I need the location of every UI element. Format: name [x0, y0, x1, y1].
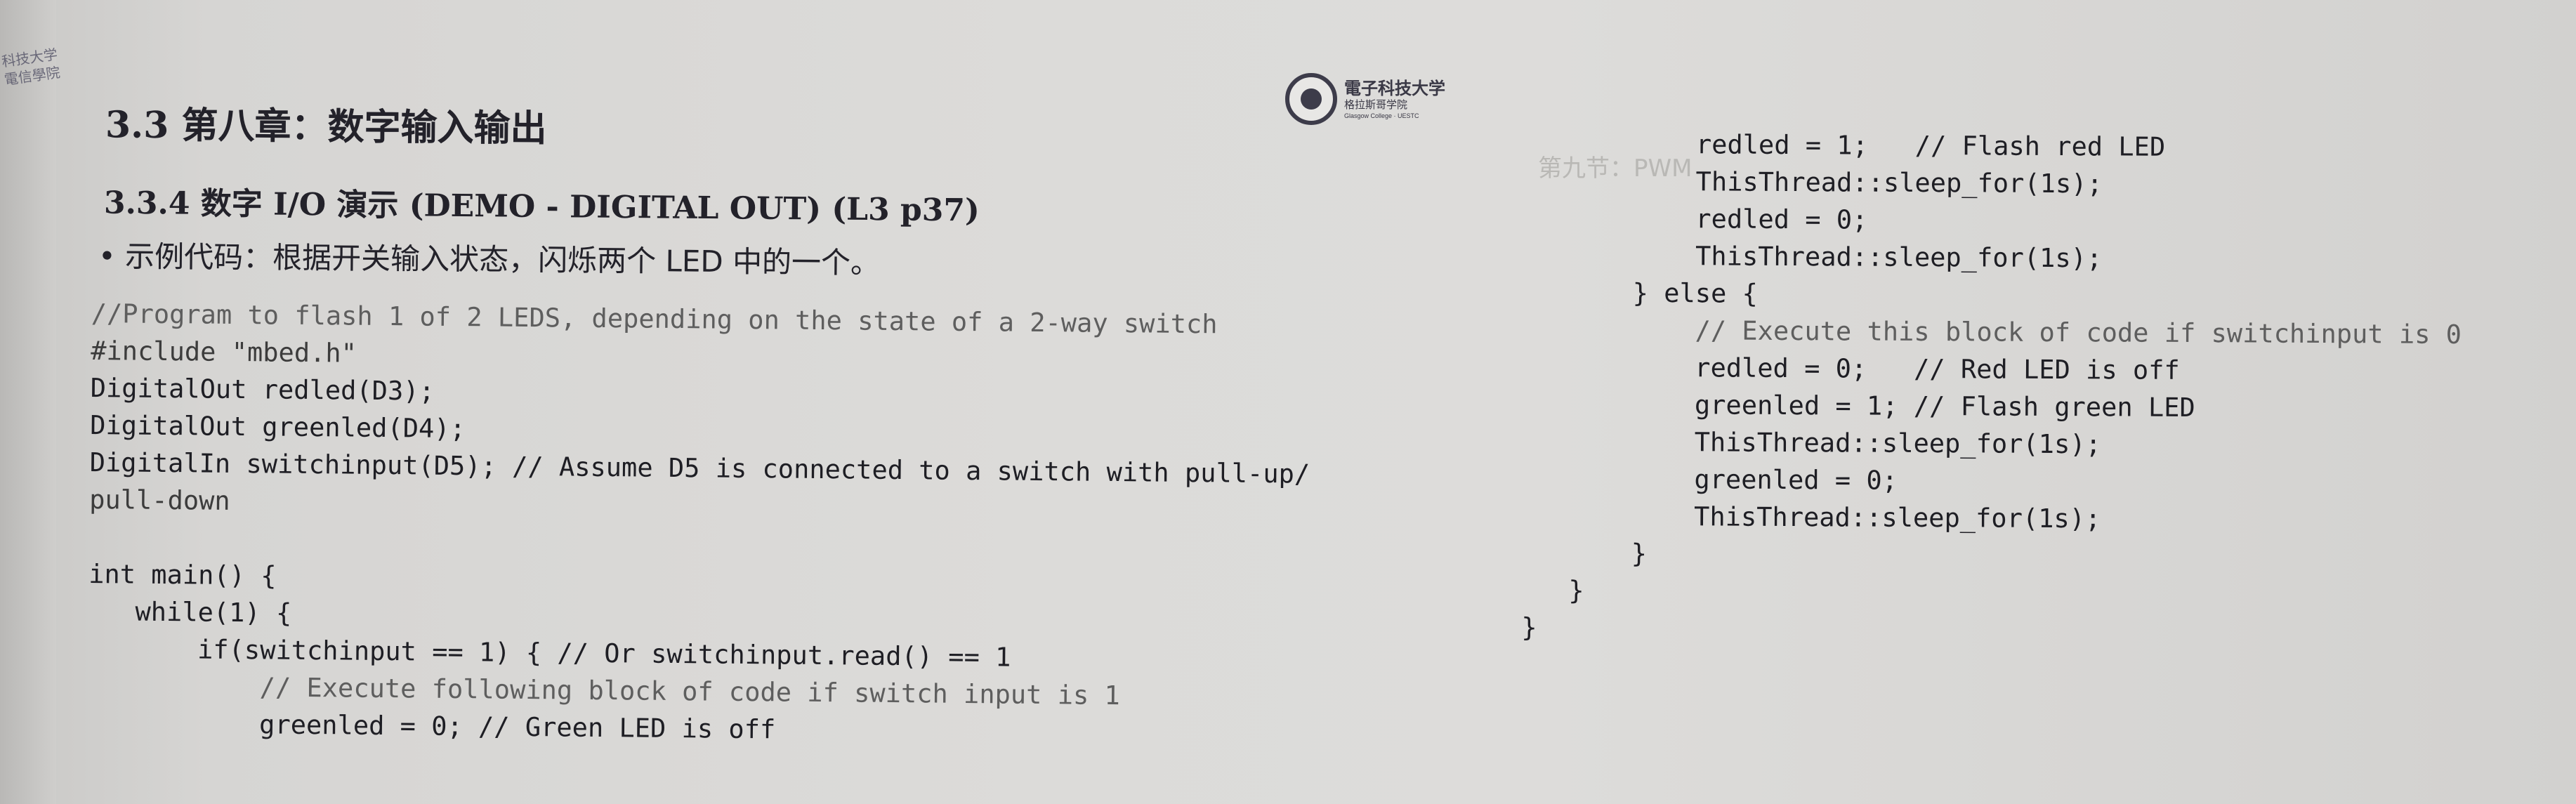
bullet-description: • 示例代码：根据开关输入状态，闪烁两个 LED 中的一个。: [98, 239, 881, 280]
subsection-title: 3.3.4 数字 I/O 演示 (DEMO - DIGITAL OUT) (L3…: [103, 185, 980, 229]
code-line: ThisThread::sleep_for(1s);: [1522, 426, 2101, 460]
code-line: ThisThread::sleep_for(1s);: [1521, 500, 2101, 534]
code-block-right: redled = 1; // Flash red LED ThisThread:…: [1521, 125, 2462, 651]
code-line: ThisThread::sleep_for(1s);: [1523, 165, 2103, 199]
university-logo: 電子科技大学 格拉斯哥学院 Glasgow College · UESTC: [1285, 72, 1461, 128]
code-line: }: [1521, 574, 1584, 606]
code-line: redled = 0; // Red LED is off: [1523, 351, 2180, 385]
code-line: greenled = 1; // Flash green LED: [1522, 388, 2195, 423]
code-line: } else {: [1523, 277, 1758, 309]
logo-english: Glasgow College · UESTC: [1344, 112, 1419, 119]
code-line: // Execute this block of code if switchi…: [1523, 314, 2462, 350]
logo-name: 電子科技大学: [1344, 78, 1445, 98]
code-line: redled = 1; // Flash red LED: [1523, 128, 2166, 162]
previous-page-edge: 科技大学 電信學院: [0, 0, 62, 804]
code-line: }: [1521, 537, 1648, 569]
previous-page-margin-text: 科技大学 電信學院: [0, 45, 62, 88]
code-line: greenled = 0;: [1522, 463, 1898, 496]
logo-subtitle: 格拉斯哥学院: [1344, 98, 1408, 111]
code-line: redled = 0;: [1523, 202, 1868, 235]
university-seal-icon: [1285, 73, 1337, 125]
code-line: ThisThread::sleep_for(1s);: [1523, 239, 2103, 274]
section-title: 3.3 第八章：数字输入输出: [105, 103, 547, 150]
code-block-left: //Program to flash 1 of 2 LEDS, dependin…: [87, 295, 1312, 753]
code-line: }: [1521, 612, 1537, 643]
